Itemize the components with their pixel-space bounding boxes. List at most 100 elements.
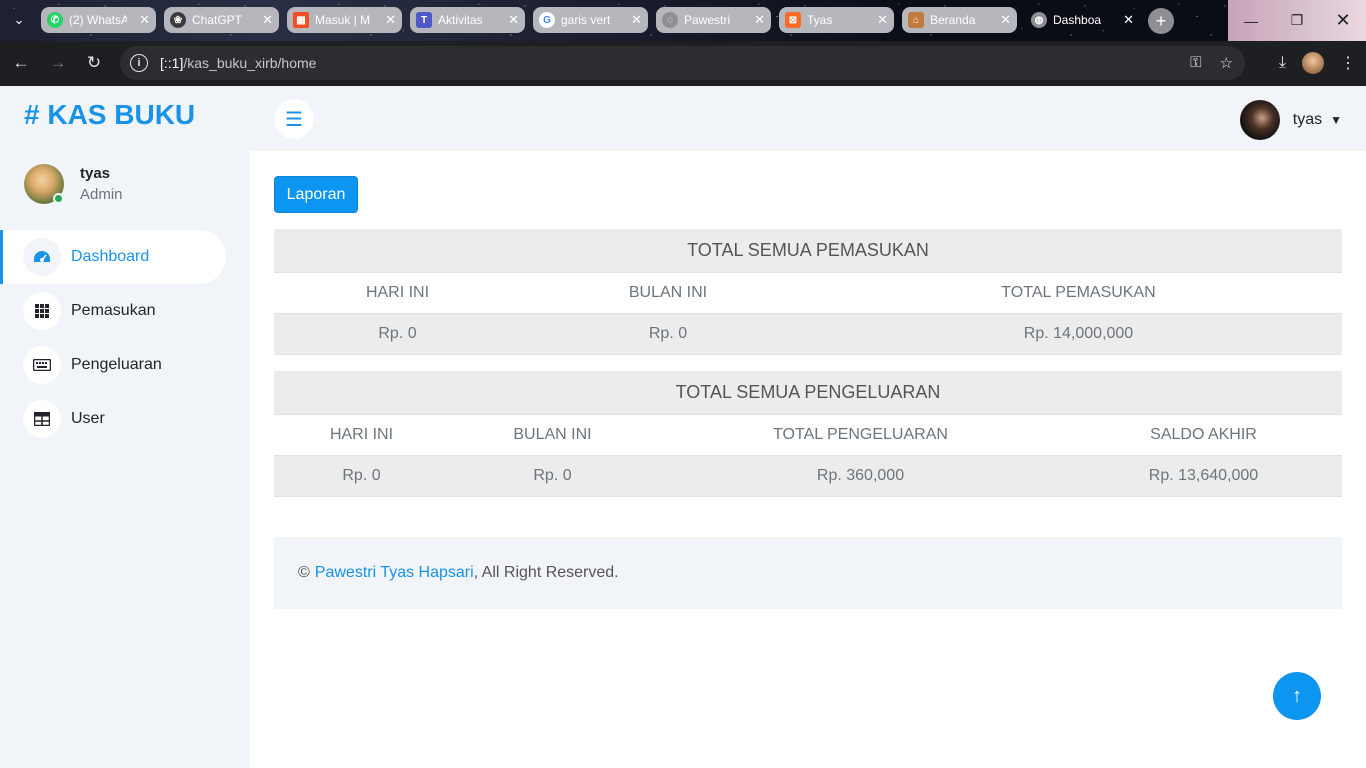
sidebar-item-pengeluaran[interactable]: Pengeluaran (0, 338, 226, 392)
footer: © Pawestri Tyas Hapsari , All Right Rese… (274, 537, 1342, 609)
arrow-up-icon: ↑ (1292, 684, 1302, 707)
tab-title: (2) WhatsApp (69, 13, 127, 27)
minimize-icon[interactable]: — (1228, 0, 1274, 41)
user-dropdown[interactable]: tyas ▼ (1239, 100, 1342, 140)
tab-close-icon[interactable]: ✕ (385, 12, 396, 28)
tab-title: Beranda (930, 13, 976, 27)
tab-close-icon[interactable]: ✕ (1123, 12, 1134, 28)
teams-favicon-icon: T (416, 12, 432, 28)
keyboard-icon (23, 346, 61, 384)
brand-logo[interactable]: # KAS BUKU (24, 99, 195, 131)
expense-table-title: TOTAL SEMUA PENGELUARAN (274, 371, 1342, 415)
table-cell: Rp. 360,000 (656, 455, 1065, 497)
column-header: BULAN INI (521, 272, 815, 314)
profile-avatar[interactable] (1302, 52, 1324, 74)
globe-favicon-icon: ◌ (662, 12, 678, 28)
url-path: /kas_buku_xirb/home (183, 55, 317, 71)
sidebar-item-user[interactable]: User (0, 392, 226, 446)
online-status-dot (53, 193, 64, 204)
menu-kebab-icon[interactable]: ⋮ (1340, 53, 1356, 73)
table-cell: Rp. 0 (521, 313, 815, 355)
omnibox-actions: ⚿ ☆ (1190, 54, 1233, 72)
toolbar-right: ⤓ ⋮ (1279, 52, 1356, 74)
tab-title: Tyas (807, 13, 833, 27)
sidebar-item-pemasukan[interactable]: Pemasukan (0, 284, 226, 338)
tab-close-icon[interactable]: ✕ (262, 12, 273, 28)
tab-title: Dashboa (1053, 13, 1102, 27)
tab-close-icon[interactable]: ✕ (754, 12, 765, 28)
table-cell: Rp. 14,000,000 (815, 313, 1342, 355)
browser-tab[interactable]: G garis vert ✕ (533, 7, 648, 33)
tab-close-icon[interactable]: ✕ (1000, 12, 1011, 28)
income-table-title: TOTAL SEMUA PEMASUKAN (274, 229, 1342, 273)
profile-role: Admin (80, 186, 123, 203)
sidebar-item-label: Dashboard (71, 248, 150, 265)
back-to-top-button[interactable]: ↑ (1273, 672, 1321, 720)
laporan-button[interactable]: Laporan (274, 176, 358, 213)
browser-tab-active[interactable]: ◍ Dashboa ✕ (1025, 7, 1140, 33)
avatar (1239, 100, 1280, 140)
browser-tab[interactable]: ❀ ChatGPT ✕ (164, 7, 279, 33)
top-navbar: ☰ tyas ▼ (250, 86, 1366, 151)
google-favicon-icon: G (539, 12, 555, 28)
forward-arrow-icon[interactable]: → (47, 52, 69, 74)
main-content: Laporan TOTAL SEMUA PEMASUKAN HARI INI B… (250, 151, 1366, 768)
sidebar-profile: tyas Admin (24, 164, 123, 204)
site-info-icon[interactable]: i (130, 54, 148, 72)
expense-summary-table: TOTAL SEMUA PENGELUARAN HARI INI BULAN I… (274, 371, 1342, 497)
close-window-icon[interactable]: ✕ (1320, 0, 1366, 41)
browser-tab[interactable]: ◌ Pawestri ✕ (656, 7, 771, 33)
window-controls: — ❐ ✕ (1228, 0, 1366, 41)
profile-name: tyas (80, 165, 111, 182)
browser-tab[interactable]: ⊠ Tyas ✕ (779, 7, 894, 33)
browser-tab[interactable]: T Aktivitas ✕ (410, 7, 525, 33)
browser-tab[interactable]: ▦ Masuk | M ✕ (287, 7, 402, 33)
browser-toolbar: ← → ↻ i [::1]/kas_buku_xirb/home ⚿ ☆ ⤓ ⋮ (0, 41, 1366, 86)
author-link[interactable]: Pawestri Tyas Hapsari (315, 564, 474, 582)
xampp-favicon-icon: ⊠ (785, 12, 801, 28)
grid-icon (23, 292, 61, 330)
table-icon (23, 400, 61, 438)
new-tab-button[interactable]: + (1148, 8, 1174, 34)
table-cell: Rp. 0 (274, 455, 449, 497)
globe-favicon-icon: ◍ (1031, 12, 1047, 28)
url-host: [::1] (160, 55, 184, 71)
copyright-symbol: © (298, 564, 310, 581)
column-header: SALDO AKHIR (1065, 414, 1342, 456)
download-icon[interactable]: ⤓ (1279, 54, 1286, 72)
sidebar-item-label: User (71, 410, 105, 427)
column-header: TOTAL PENGELUARAN (656, 414, 1065, 456)
whatsapp-favicon-icon: ✆ (47, 12, 63, 28)
rights-text: , All Right Reserved. (473, 564, 619, 581)
tab-close-icon[interactable]: ✕ (631, 12, 642, 28)
sidebar: # KAS BUKU tyas Admin Dashboard Pemasuka… (0, 86, 250, 768)
column-header: HARI INI (274, 414, 449, 456)
tab-close-icon[interactable]: ✕ (139, 12, 150, 28)
reload-icon[interactable]: ↻ (83, 52, 105, 74)
column-header: HARI INI (274, 272, 521, 314)
tab-title: ChatGPT (192, 13, 243, 27)
user-name: tyas (1292, 111, 1323, 128)
browser-tab[interactable]: ⌂ Beranda ✕ (902, 7, 1017, 33)
tab-close-icon[interactable]: ✕ (877, 12, 888, 28)
tab-title: Masuk | M (315, 13, 371, 27)
browser-tab[interactable]: ✆ (2) WhatsApp ✕ (41, 7, 156, 33)
hamburger-menu-icon[interactable]: ☰ (274, 99, 314, 139)
tab-search-chevron-icon[interactable]: ⌄ (6, 8, 32, 32)
key-icon[interactable]: ⚿ (1190, 54, 1201, 72)
sidebar-item-label: Pemasukan (71, 302, 156, 319)
tab-close-icon[interactable]: ✕ (508, 12, 519, 28)
table-cell: Rp. 0 (274, 313, 521, 355)
tab-title: garis vert (561, 13, 611, 27)
address-bar[interactable]: i [::1]/kas_buku_xirb/home ⚿ ☆ (120, 46, 1245, 80)
bookmark-star-icon[interactable]: ☆ (1220, 54, 1233, 72)
gauge-icon (23, 238, 61, 276)
tab-title: Pawestri (684, 13, 731, 27)
back-arrow-icon[interactable]: ← (10, 52, 32, 74)
home-favicon-icon: ⌂ (908, 12, 924, 28)
url-text[interactable]: [::1]/kas_buku_xirb/home (160, 55, 316, 71)
column-header: TOTAL PEMASUKAN (815, 272, 1342, 314)
avatar (24, 164, 64, 204)
sidebar-item-dashboard[interactable]: Dashboard (0, 230, 226, 284)
restore-icon[interactable]: ❐ (1274, 0, 1320, 41)
